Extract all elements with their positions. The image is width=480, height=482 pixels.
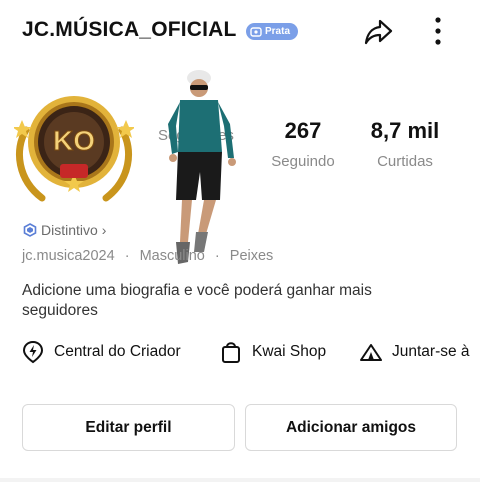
lightning-pin-icon (22, 340, 44, 364)
creator-center-button[interactable]: Central do Criador (22, 340, 181, 364)
stat-following[interactable]: 267 Seguindo (262, 118, 344, 170)
profile-username: JC.MÚSICA_OFICIAL (22, 18, 237, 41)
profile-sign: Peixes (229, 248, 274, 264)
profile-handle: jc.musica2024 (22, 248, 115, 264)
avatar-ko-text: KO (53, 125, 95, 156)
creator-actions-row: Central do Criador Kwai Shop Juntar-se à (22, 340, 480, 368)
dancer-sticker-image (168, 70, 236, 264)
profile-avatar[interactable]: KO (14, 90, 134, 208)
chevron-right-icon: › (101, 222, 107, 238)
profile-meta: jc.musica2024 · Masculino · Peixes (22, 248, 279, 264)
stat-following-label: Seguindo (271, 153, 335, 170)
stat-likes[interactable]: 8,7 mil Curtidas (365, 118, 445, 170)
creator-center-label: Central do Criador (54, 343, 181, 360)
more-vertical-icon[interactable] (428, 14, 448, 48)
meta-separator: · (124, 248, 130, 264)
bottom-divider (0, 478, 480, 482)
kwai-shop-button[interactable]: Kwai Shop (220, 340, 326, 364)
distintivo-link[interactable]: Distintivo › (23, 222, 106, 238)
meta-separator: · (214, 248, 220, 264)
join-label: Juntar-se à (392, 343, 470, 360)
hexagon-badge-icon (23, 223, 37, 237)
stat-following-value: 267 (284, 118, 322, 143)
distintivo-label: Distintivo (41, 222, 98, 238)
prata-badge[interactable]: Prata (246, 23, 298, 40)
gem-icon (250, 26, 262, 37)
tent-icon (360, 344, 382, 361)
stat-likes-label: Curtidas (377, 153, 433, 170)
share-icon[interactable] (362, 16, 394, 48)
profile-gender: Masculino (139, 248, 205, 264)
badge-label: Prata (265, 26, 291, 37)
join-button[interactable]: Juntar-se à (360, 340, 470, 364)
profile-bio[interactable]: Adicione uma biografia e você poderá gan… (22, 281, 422, 321)
kwai-shop-label: Kwai Shop (252, 343, 327, 360)
stat-likes-value: 8,7 mil (370, 118, 440, 143)
top-bar: JC.MÚSICA_OFICIAL Prata (0, 0, 480, 64)
edit-profile-button[interactable]: Editar perfil (22, 404, 235, 451)
shopping-bag-icon (222, 342, 240, 363)
add-friends-button[interactable]: Adicionar amigos (245, 404, 457, 451)
